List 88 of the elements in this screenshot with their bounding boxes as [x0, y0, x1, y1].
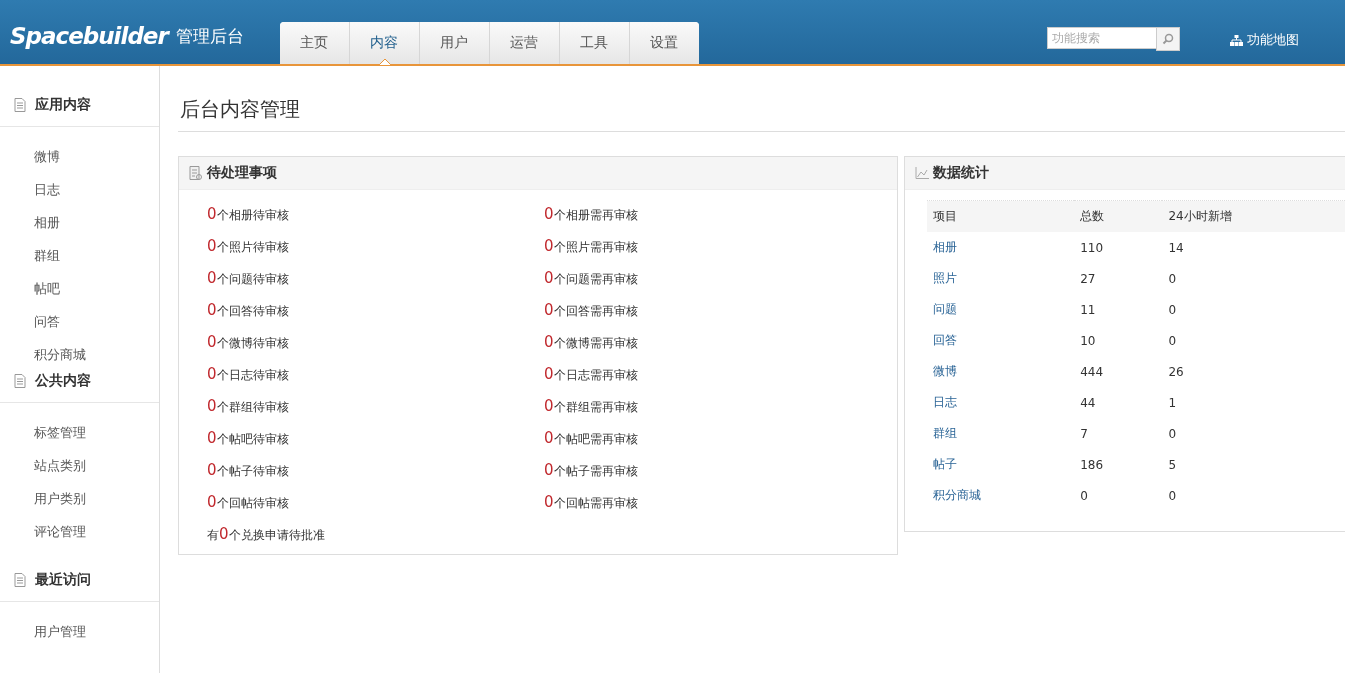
- sitemap-link[interactable]: 功能地图: [1230, 31, 1299, 49]
- sidebar-section-title: 应用内容: [35, 96, 91, 114]
- column-header: 总数: [1074, 200, 1163, 232]
- nav-tab[interactable]: 用户: [419, 22, 490, 64]
- checklist-icon: [189, 165, 203, 181]
- sitemap-icon: [1230, 34, 1243, 46]
- table-cell-text: 0: [1167, 270, 1178, 288]
- search-icon: [1162, 33, 1174, 45]
- table-cell-text: 0: [1167, 332, 1178, 350]
- document-icon: [14, 573, 26, 587]
- table-cell-text: 0: [1079, 487, 1089, 505]
- sidebar-item[interactable]: 问答: [0, 306, 159, 339]
- sidebar-section-title: 最近访问: [35, 571, 91, 589]
- sidebar-item[interactable]: 微博: [0, 141, 159, 174]
- sidebar-item[interactable]: 站点类别: [0, 450, 159, 483]
- pending-item[interactable]: 0个回答待审核: [207, 301, 544, 320]
- table-cell-text: 0: [1167, 425, 1178, 443]
- search-field[interactable]: 功能搜索: [1047, 27, 1156, 49]
- page-title: 后台内容管理: [178, 66, 1345, 132]
- pending-item[interactable]: 0个帖吧需再审核: [544, 429, 897, 448]
- table-cell-text: 26: [1167, 363, 1185, 381]
- table-cell-text: 444: [1079, 363, 1105, 381]
- pending-item[interactable]: 0个日志待审核: [207, 365, 544, 384]
- pending-item[interactable]: 0个问题需再审核: [544, 269, 897, 288]
- sidebar-item[interactable]: 积分商城: [0, 339, 159, 372]
- logo: Spacebuilder: [10, 23, 168, 49]
- column-header: 项目: [927, 200, 1075, 232]
- nav-tab[interactable]: 工具: [559, 22, 630, 64]
- table-cell: 14: [1162, 232, 1345, 263]
- table-cell-text: 0: [1167, 487, 1178, 505]
- pending-item[interactable]: 0个微博待审核: [207, 333, 544, 352]
- table-cell-text: 10: [1079, 332, 1097, 350]
- pending-item[interactable]: 0个帖子待审核: [207, 461, 544, 480]
- panel-title: 数据统计: [933, 164, 989, 182]
- sidebar-item[interactable]: 日志: [0, 174, 159, 207]
- nav-tab[interactable]: 运营: [489, 22, 560, 64]
- sidebar-item[interactable]: 帖吧: [0, 273, 159, 306]
- nav-tab[interactable]: 内容: [349, 22, 420, 64]
- table-cell-text: 0: [1167, 301, 1178, 319]
- pending-item[interactable]: 0个回答需再审核: [544, 301, 897, 320]
- pending-item[interactable]: 0个回帖待审核: [207, 493, 544, 512]
- item-link[interactable]: 照片: [927, 263, 1075, 294]
- pending-item[interactable]: 0个问题待审核: [207, 269, 544, 288]
- table-cell-text: 27: [1079, 270, 1097, 288]
- document-icon: [14, 98, 26, 112]
- item-link[interactable]: 群组: [927, 418, 1075, 449]
- column-header: 24小时新增: [1162, 200, 1345, 232]
- sidebar-item[interactable]: 群组: [0, 240, 159, 273]
- pending-item[interactable]: 0个回帖需再审核: [544, 493, 897, 512]
- pending-item[interactable]: 0个日志需再审核: [544, 365, 897, 384]
- item-link[interactable]: 微博: [927, 356, 1075, 387]
- pending-item[interactable]: 0个照片待审核: [207, 237, 544, 256]
- pending-item[interactable]: 0个群组需再审核: [544, 397, 897, 416]
- table-cell-text: 44: [1079, 394, 1097, 412]
- site-subtitle: 管理后台: [175, 25, 244, 48]
- sidebar-item[interactable]: 标签管理: [0, 417, 159, 450]
- pending-item[interactable]: 0个微博需再审核: [544, 333, 897, 352]
- pending-item[interactable]: 0个相册待审核: [207, 205, 544, 224]
- table-cell-text: 5: [1167, 456, 1178, 474]
- table-cell: 110: [1074, 232, 1163, 263]
- item-link[interactable]: 回答: [927, 325, 1075, 356]
- sidebar-item[interactable]: 相册: [0, 207, 159, 240]
- item-link[interactable]: 帖子: [927, 449, 1075, 480]
- sidebar-item[interactable]: 用户类别: [0, 483, 159, 516]
- pending-item[interactable]: 0个相册需再审核: [544, 205, 897, 224]
- sidebar-item[interactable]: 评论管理: [0, 516, 159, 549]
- table-cell-text: 1: [1167, 394, 1178, 412]
- search-button[interactable]: [1156, 27, 1180, 51]
- table-cell-text: 186: [1079, 456, 1105, 474]
- sitemap-label[interactable]: 功能地图: [1247, 31, 1299, 49]
- nav-tab[interactable]: 设置: [629, 22, 699, 64]
- pending-item[interactable]: 有0个兑换申请待批准: [207, 525, 544, 544]
- item-link[interactable]: 问题: [927, 294, 1075, 325]
- sidebar-section-title: 公共内容: [35, 372, 91, 390]
- table-cell-text: 11: [1079, 301, 1097, 319]
- panel-title: 待处理事项: [207, 164, 277, 182]
- pending-item[interactable]: 0个照片需再审核: [544, 237, 897, 256]
- pending-item[interactable]: 0个帖子需再审核: [544, 461, 897, 480]
- sidebar-item[interactable]: 用户管理: [0, 616, 159, 649]
- chart-icon: [915, 167, 929, 179]
- pending-item[interactable]: 0个帖吧待审核: [207, 429, 544, 448]
- item-link[interactable]: 积分商城: [927, 480, 1075, 511]
- pending-item[interactable]: 0个群组待审核: [207, 397, 544, 416]
- item-link[interactable]: 日志: [927, 387, 1075, 418]
- nav-tab[interactable]: 主页: [279, 22, 350, 64]
- table-cell-text: 7: [1079, 425, 1089, 443]
- document-icon: [14, 374, 26, 388]
- item-link[interactable]: 相册: [927, 232, 1075, 263]
